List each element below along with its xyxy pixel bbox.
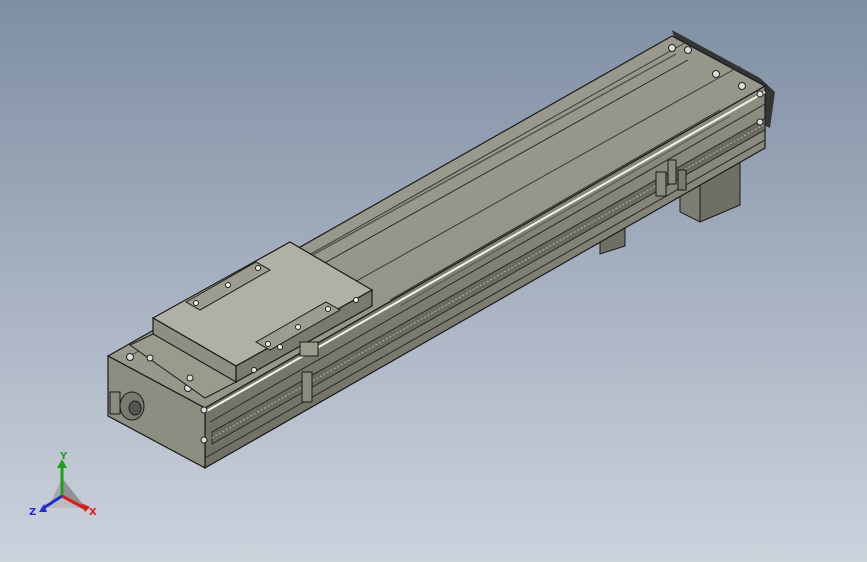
end-cap-screw-icon: [712, 70, 720, 78]
carriage-screw-icon: [251, 367, 257, 373]
carriage-screw-icon: [295, 324, 301, 330]
model-view[interactable]: Y X Z: [0, 0, 867, 562]
end-cap-screw-icon: [668, 44, 676, 52]
carriage-screw-icon: [353, 297, 359, 303]
z-axis-label: Z: [29, 507, 36, 518]
carriage-screw-icon: [193, 300, 199, 306]
end-cap-screw-icon: [684, 46, 692, 54]
end-cap-screw-icon: [738, 82, 746, 90]
end-cap-screw-icon: [756, 90, 764, 98]
y-axis-label: Y: [59, 451, 68, 462]
x-axis-label: X: [89, 507, 97, 518]
carriage-screw-icon: [265, 341, 271, 347]
end-cap-screw-icon: [200, 436, 208, 444]
carriage-screw-icon: [225, 282, 231, 288]
graphics-viewport[interactable]: Y X Z: [0, 0, 867, 562]
carriage-screw-icon: [255, 265, 261, 271]
end-cap-screw-icon: [756, 118, 764, 126]
end-cap-screw-icon: [126, 353, 134, 361]
carriage-screw-icon: [325, 306, 331, 312]
end-cap-screw-icon: [200, 406, 208, 414]
